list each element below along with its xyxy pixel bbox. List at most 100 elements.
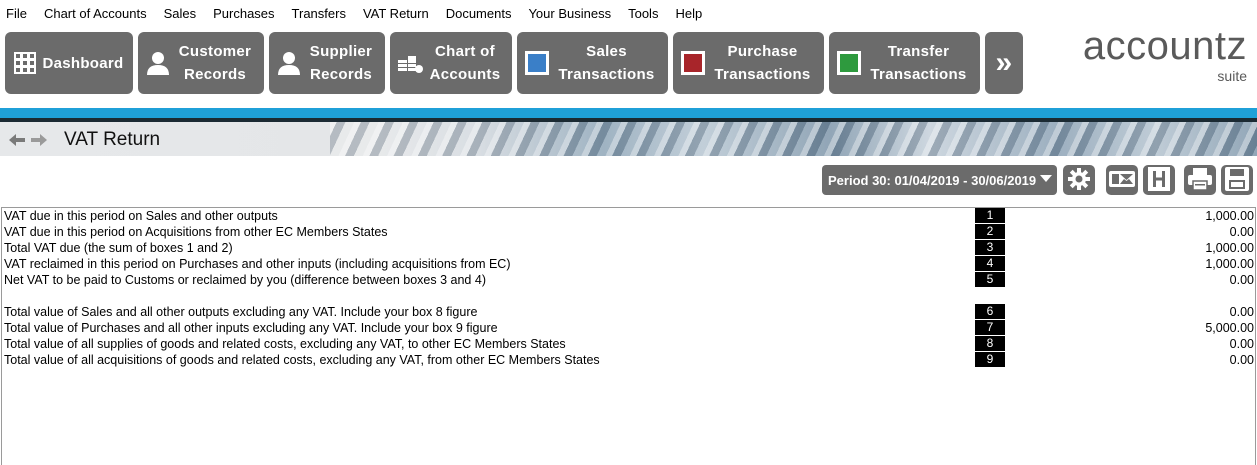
sales-label-line1: Sales	[586, 43, 627, 60]
history-button[interactable]	[1143, 165, 1175, 195]
transfer-label-line1: Transfer	[887, 43, 950, 60]
green-square-icon	[835, 49, 863, 77]
vat-row-description: VAT reclaimed in this period on Purchase…	[4, 257, 511, 271]
vat-row-description: Total value of all supplies of goods and…	[4, 337, 566, 351]
save-button[interactable]	[1221, 165, 1253, 195]
supplier-label-line1: Supplier	[309, 43, 373, 60]
vat-row-value[interactable]: 0.00	[1230, 352, 1254, 368]
logo-subtext: suite	[1217, 68, 1247, 84]
vat-row-5: Net VAT to be paid to Customs or reclaim…	[4, 272, 1254, 288]
vat-box-number: 5	[975, 272, 1005, 287]
period-dropdown[interactable]: Period 30: 01/04/2019 - 30/06/2019	[822, 165, 1057, 195]
page-title: VAT Return	[64, 129, 161, 150]
vat-row-description: VAT due in this period on Acquisitions f…	[4, 225, 388, 239]
vat-box-number: 4	[975, 256, 1005, 271]
double-chevron-right-icon: »	[995, 46, 1013, 79]
accounts-label-line2: Accounts	[429, 66, 501, 83]
vat-row-description: Total value of all acquisitions of goods…	[4, 353, 600, 367]
person-icon	[275, 49, 303, 77]
history-nav	[9, 134, 53, 146]
vat-box-number: 3	[975, 240, 1005, 255]
printer-icon	[1188, 167, 1212, 193]
more-button[interactable]: »	[985, 32, 1023, 94]
vat-row-3: Total VAT due (the sum of boxes 1 and 2)…	[4, 240, 1254, 256]
red-square-icon	[679, 49, 707, 77]
vat-box-number: 1	[975, 208, 1005, 223]
sales-transactions-button[interactable]: Sales Transactions	[517, 32, 668, 94]
sales-label-line2: Transactions	[558, 66, 655, 83]
transfer-transactions-button[interactable]: Transfer Transactions	[829, 32, 980, 94]
main-toolbar: Dashboard Customer Records Supplier Record…	[5, 32, 1028, 94]
purchase-label-line1: Purchase	[727, 43, 798, 60]
dashboard-button[interactable]: Dashboard	[5, 32, 133, 94]
menu-chart-of-accounts[interactable]: Chart of Accounts	[44, 6, 147, 21]
vat-row-9: Total value of all acquisitions of goods…	[4, 352, 1254, 368]
menu-file[interactable]: File	[6, 6, 27, 21]
app-logo: accountz suite	[1083, 26, 1247, 84]
purchase-label-line2: Transactions	[714, 66, 811, 83]
menu-help[interactable]: Help	[675, 6, 702, 21]
vat-row-8: Total value of all supplies of goods and…	[4, 336, 1254, 352]
customer-label-line1: Customer	[178, 43, 252, 60]
vat-return-panel: VAT due in this period on Sales and othe…	[1, 207, 1256, 465]
email-icon	[1109, 170, 1135, 191]
vat-row-4: VAT reclaimed in this period on Purchase…	[4, 256, 1254, 272]
customer-label-line2: Records	[183, 66, 247, 83]
email-button[interactable]	[1106, 165, 1138, 195]
vat-row-value[interactable]: 1,000.00	[1205, 256, 1254, 272]
blue-square-icon	[523, 49, 551, 77]
vat-row-7: Total value of Purchases and all other i…	[4, 320, 1254, 336]
menu-vat-return[interactable]: VAT Return	[363, 6, 429, 21]
supplier-label-line2: Records	[309, 66, 373, 83]
dashboard-label: Dashboard	[42, 54, 124, 72]
vat-row-value[interactable]: 5,000.00	[1205, 320, 1254, 336]
back-arrow-icon[interactable]	[9, 134, 25, 146]
vat-row-description: VAT due in this period on Sales and othe…	[4, 209, 278, 223]
h-letter-icon	[1148, 166, 1170, 194]
grid-icon	[11, 49, 39, 77]
vat-row-value[interactable]: 0.00	[1230, 224, 1254, 240]
menu-tools[interactable]: Tools	[628, 6, 658, 21]
menu-purchases[interactable]: Purchases	[213, 6, 274, 21]
title-banner	[0, 122, 1257, 156]
vat-row-description: Total VAT due (the sum of boxes 1 and 2)	[4, 241, 233, 255]
chevron-down-icon	[1040, 174, 1053, 186]
accounts-label-line1: Chart of	[435, 43, 495, 60]
period-label: Period 30: 01/04/2019 - 30/06/2019	[828, 172, 1037, 188]
menu-bar: File Chart of Accounts Sales Purchases T…	[0, 0, 1257, 26]
supplier-records-button[interactable]: Supplier Records	[269, 32, 385, 94]
transfer-label-line2: Transactions	[870, 66, 967, 83]
chart-of-accounts-button[interactable]: Chart of Accounts	[390, 32, 512, 94]
customer-records-button[interactable]: Customer Records	[138, 32, 264, 94]
coins-icon	[396, 49, 424, 77]
menu-sales[interactable]: Sales	[164, 6, 197, 21]
vat-row-value[interactable]: 1,000.00	[1205, 240, 1254, 256]
person-icon	[144, 49, 172, 77]
floppy-disk-icon	[1225, 166, 1249, 194]
accent-stripe	[0, 108, 1257, 118]
vat-box-number: 8	[975, 336, 1005, 351]
vat-row-description: Net VAT to be paid to Customs or reclaim…	[4, 273, 486, 287]
vat-row-6: Total value of Sales and all other outpu…	[4, 304, 1254, 320]
vat-box-number: 7	[975, 320, 1005, 335]
purchase-transactions-button[interactable]: Purchase Transactions	[673, 32, 824, 94]
forward-arrow-icon[interactable]	[31, 134, 47, 146]
settings-button[interactable]	[1063, 165, 1095, 195]
vat-row-2: VAT due in this period on Acquisitions f…	[4, 224, 1254, 240]
vat-row-1: VAT due in this period on Sales and othe…	[4, 208, 1254, 224]
vat-row-description: Total value of Purchases and all other i…	[4, 321, 498, 335]
vat-row-description: Total value of Sales and all other outpu…	[4, 305, 478, 319]
vat-row-value[interactable]: 0.00	[1230, 304, 1254, 320]
gear-icon	[1068, 167, 1090, 193]
menu-transfers[interactable]: Transfers	[292, 6, 346, 21]
logo-text: accountz	[1082, 24, 1247, 68]
print-button[interactable]	[1184, 165, 1216, 195]
vat-box-number: 2	[975, 224, 1005, 239]
vat-row-value[interactable]: 1,000.00	[1205, 208, 1254, 224]
vat-box-number: 9	[975, 352, 1005, 367]
menu-documents[interactable]: Documents	[446, 6, 512, 21]
banner-pattern	[330, 122, 1257, 156]
vat-row-value[interactable]: 0.00	[1230, 336, 1254, 352]
menu-your-business[interactable]: Your Business	[528, 6, 611, 21]
vat-row-value[interactable]: 0.00	[1230, 272, 1254, 288]
